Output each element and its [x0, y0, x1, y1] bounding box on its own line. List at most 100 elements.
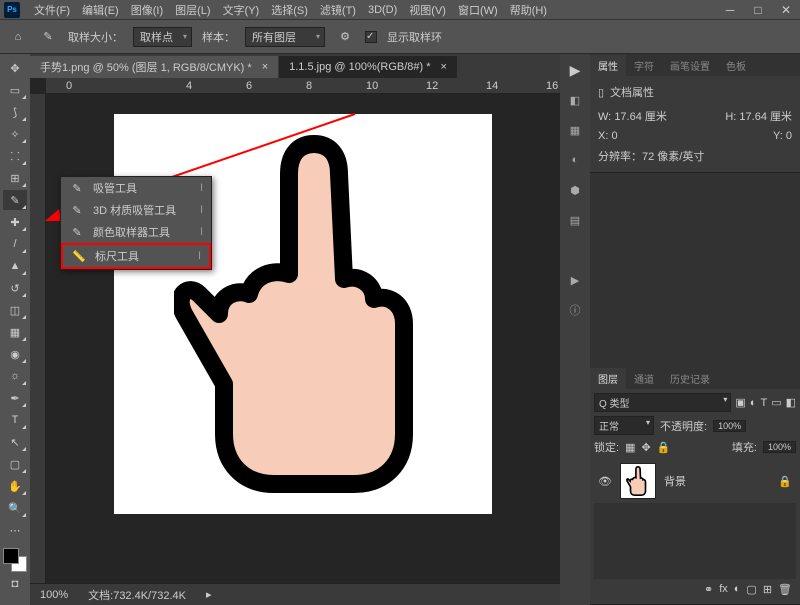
sample-size-dropdown[interactable]: 取样点	[133, 27, 192, 47]
history-brush-tool[interactable]: ↺	[3, 278, 27, 298]
path-select-tool[interactable]: ↖	[3, 432, 27, 452]
zoom-tool[interactable]: 🔍	[3, 498, 27, 518]
menu-file[interactable]: 文件(F)	[28, 2, 76, 18]
layer-fx-icon[interactable]: fx	[719, 583, 728, 596]
history-tab[interactable]: 历史记录	[662, 368, 718, 389]
heal-tool[interactable]: ✚	[3, 212, 27, 232]
visibility-toggle[interactable]: 👁	[598, 475, 612, 488]
pointing-hand-graphic	[174, 134, 454, 494]
doc-tab-2[interactable]: 1.1.5.jpg @ 100%(RGB/8#) *×	[279, 56, 457, 78]
canvas-area[interactable]	[46, 94, 560, 583]
pen-tool[interactable]: ✒	[3, 388, 27, 408]
lock-position-icon[interactable]: ✥	[641, 441, 650, 454]
layer-name[interactable]: 背景	[664, 473, 686, 489]
sample-settings-icon[interactable]: ⚙	[335, 27, 355, 47]
eyedropper-flyout-menu: ✎ 吸管工具 I ✎ 3D 材质吸管工具 I ✎ 颜色取样器工具 I 📏 标尺工…	[60, 176, 212, 270]
char-tab[interactable]: 字符	[626, 55, 662, 76]
styles-panel-icon[interactable]: ⬢	[565, 180, 585, 200]
window-close-button[interactable]: ✕	[772, 3, 800, 17]
swatch-tab[interactable]: 色板	[718, 55, 754, 76]
flyout-color-sampler[interactable]: ✎ 颜色取样器工具 I	[61, 221, 211, 243]
move-tool[interactable]: ✥	[3, 58, 27, 78]
show-ring-checkbox[interactable]	[365, 31, 377, 43]
close-tab-icon[interactable]: ×	[262, 61, 268, 73]
menu-select[interactable]: 选择(S)	[265, 2, 314, 18]
filter-img-icon[interactable]: ▣	[735, 396, 745, 409]
quickmask-toggle[interactable]: ◘	[3, 574, 27, 594]
layer-thumbnail[interactable]	[620, 463, 656, 499]
lock-all-icon[interactable]: 🔒	[657, 441, 671, 454]
menu-3d[interactable]: 3D(D)	[362, 4, 403, 16]
flyout-ruler-tool[interactable]: 📏 标尺工具 I	[61, 243, 211, 269]
props-tab[interactable]: 属性	[590, 55, 626, 76]
stamp-tool[interactable]: ▲	[3, 256, 27, 276]
zoom-level[interactable]: 100%	[40, 589, 68, 601]
layer-item-bg[interactable]: 👁 背景 🔒	[594, 459, 796, 503]
play-button[interactable]: ▶	[565, 60, 585, 80]
blur-tool[interactable]: ◉	[3, 344, 27, 364]
lasso-tool[interactable]: ⟆	[3, 102, 27, 122]
marquee-tool[interactable]: ▭	[3, 80, 27, 100]
crop-tool[interactable]: ⸬	[3, 146, 27, 166]
actions-panel-icon[interactable]: ▶	[565, 270, 585, 290]
eyedropper-tool-icon[interactable]: ✎	[38, 27, 58, 47]
sample-layers-dropdown[interactable]: 所有图层	[245, 27, 325, 47]
new-group-icon[interactable]: ▢	[746, 583, 756, 596]
filter-smart-icon[interactable]: ◧	[786, 396, 796, 409]
fill-value[interactable]: 100%	[763, 441, 796, 453]
color-panel-icon[interactable]: ◧	[565, 90, 585, 110]
status-arrow-icon[interactable]: ▸	[206, 588, 212, 601]
canvas[interactable]	[114, 114, 492, 514]
gradient-tool[interactable]: ▦	[3, 322, 27, 342]
shape-tool[interactable]: ▢	[3, 454, 27, 474]
menu-filter[interactable]: 滤镜(T)	[314, 2, 362, 18]
ruler-vertical[interactable]	[30, 94, 46, 583]
frame-tool[interactable]: ⊞	[3, 168, 27, 188]
menu-image[interactable]: 图像(I)	[125, 2, 169, 18]
home-icon[interactable]: ⌂	[8, 27, 28, 47]
close-tab-icon[interactable]: ×	[441, 61, 447, 73]
menu-type[interactable]: 文字(Y)	[217, 2, 266, 18]
libraries-panel-icon[interactable]: ▤	[565, 210, 585, 230]
hand-tool[interactable]: ✋	[3, 476, 27, 496]
adjustments-panel-icon[interactable]: ◐	[565, 150, 585, 170]
color-swatch[interactable]	[3, 548, 27, 572]
channels-tab[interactable]: 通道	[626, 368, 662, 389]
ruler-horizontal[interactable]: 0 4 6 8 10 12 14 16	[46, 78, 560, 94]
type-tool[interactable]: T	[3, 410, 27, 430]
menu-layer[interactable]: 图层(L)	[169, 2, 216, 18]
brush-tool[interactable]: /	[3, 234, 27, 254]
flyout-eyedropper[interactable]: ✎ 吸管工具 I	[61, 177, 211, 199]
menu-view[interactable]: 视图(V)	[403, 2, 452, 18]
h-label: H:	[725, 111, 736, 123]
delete-layer-icon[interactable]: 🗑	[778, 583, 792, 596]
swatches-panel-icon[interactable]: ▦	[565, 120, 585, 140]
blend-mode-dropdown[interactable]: 正常	[594, 416, 654, 435]
info-panel-icon[interactable]: ⓘ	[565, 300, 585, 320]
ruler-tick: 14	[486, 80, 498, 92]
eyedropper-tool[interactable]: ✎	[3, 190, 27, 210]
window-min-button[interactable]: ─	[716, 3, 744, 17]
layer-mask-icon[interactable]: ◐	[734, 583, 741, 596]
magic-wand-tool[interactable]: ✧	[3, 124, 27, 144]
layer-filter-dropdown[interactable]: Q 类型	[594, 393, 731, 412]
dodge-tool[interactable]: ☼	[3, 366, 27, 386]
lock-icon: 🔒	[778, 475, 792, 488]
filter-type-icon[interactable]: T	[760, 397, 767, 409]
doc-tab-1[interactable]: 手势1.png @ 50% (图层 1, RGB/8/CMYK) *×	[30, 56, 278, 78]
lock-pixels-icon[interactable]: ▦	[625, 441, 635, 454]
window-max-button[interactable]: □	[744, 3, 772, 17]
menu-window[interactable]: 窗口(W)	[452, 2, 504, 18]
menu-edit[interactable]: 编辑(E)	[76, 2, 125, 18]
menu-help[interactable]: 帮助(H)	[504, 2, 553, 18]
brush-tab[interactable]: 画笔设置	[662, 55, 718, 76]
eraser-tool[interactable]: ◫	[3, 300, 27, 320]
filter-adj-icon[interactable]: ◐	[750, 397, 757, 409]
link-layers-icon[interactable]: ⚭	[704, 583, 713, 596]
filter-shape-icon[interactable]: ▭	[771, 396, 781, 409]
edit-toolbar-button[interactable]: ⋯	[3, 520, 27, 540]
opacity-value[interactable]: 100%	[713, 420, 746, 432]
flyout-3d-eyedropper[interactable]: ✎ 3D 材质吸管工具 I	[61, 199, 211, 221]
new-layer-icon[interactable]: ⊞	[763, 583, 772, 596]
layers-tab[interactable]: 图层	[590, 368, 626, 389]
